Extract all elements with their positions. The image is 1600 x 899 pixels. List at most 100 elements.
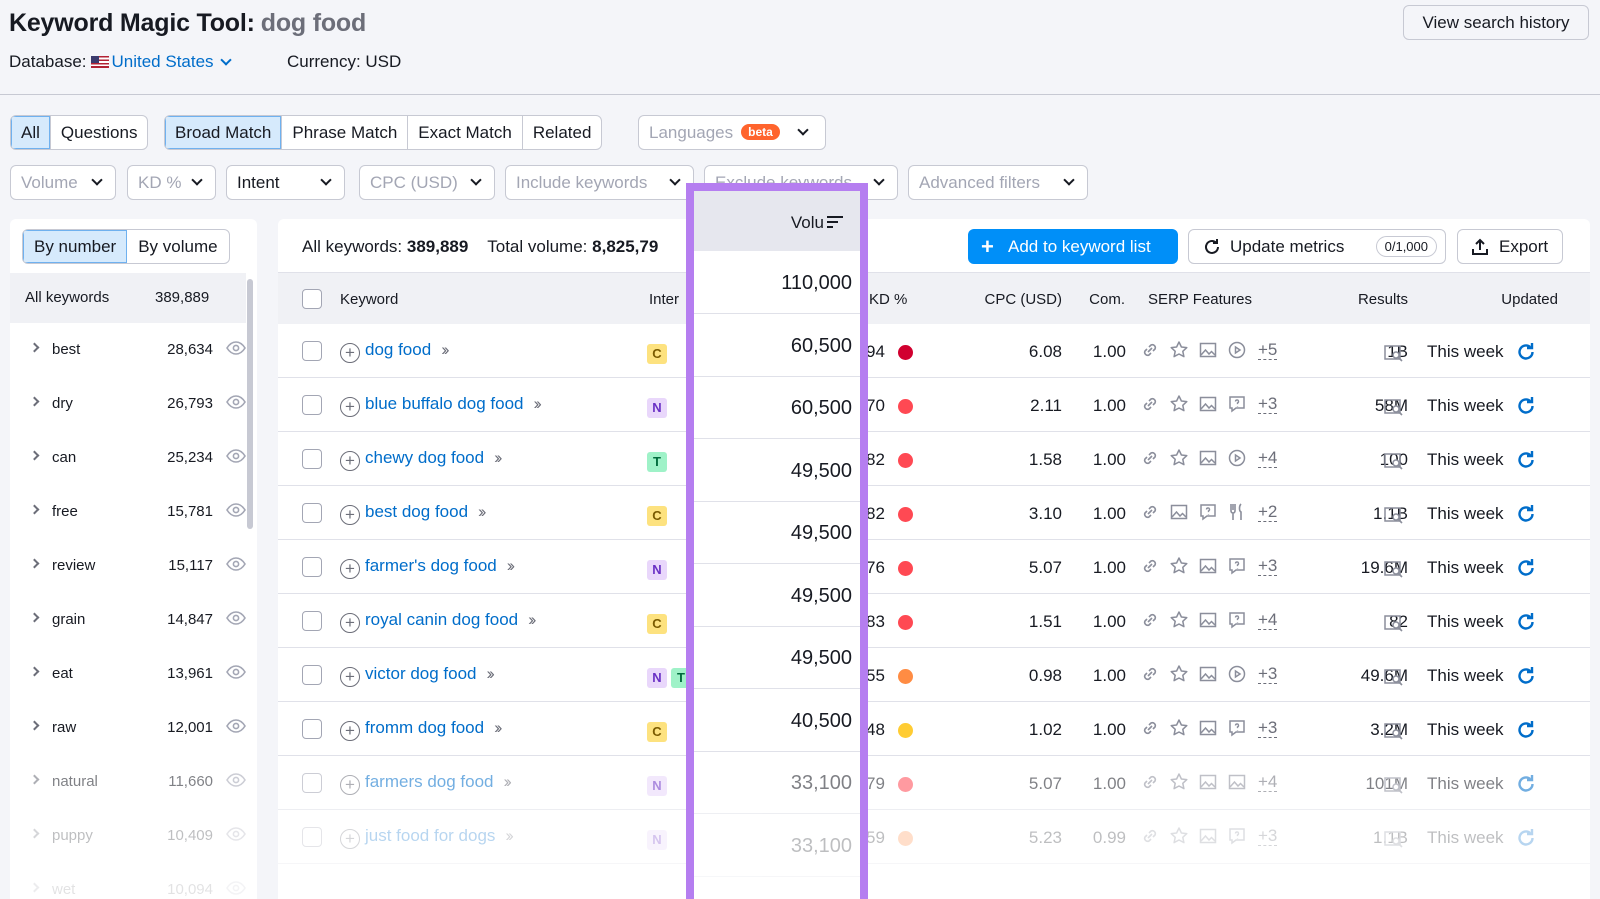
chevron-right-icon[interactable] bbox=[29, 396, 40, 407]
keyword-text[interactable]: dog food bbox=[365, 340, 431, 359]
export-button[interactable]: Export bbox=[1457, 229, 1563, 264]
keyword-link[interactable]: + farmers dog food ›› bbox=[340, 772, 513, 795]
add-keyword-icon[interactable]: + bbox=[340, 829, 360, 849]
update-row-button[interactable] bbox=[1515, 827, 1537, 854]
by-volume-button[interactable]: By volume bbox=[127, 230, 228, 263]
add-keyword-icon[interactable]: + bbox=[340, 451, 360, 471]
keyword-text[interactable]: just food for dogs bbox=[365, 826, 495, 845]
keyword-overview-icon[interactable]: ›› bbox=[494, 718, 503, 737]
update-row-button[interactable] bbox=[1515, 611, 1537, 638]
keyword-group-item[interactable]: free 15,781 bbox=[10, 485, 246, 539]
add-keyword-icon[interactable]: + bbox=[340, 505, 360, 525]
add-keyword-icon[interactable]: + bbox=[340, 397, 360, 417]
keyword-text[interactable]: victor dog food bbox=[365, 664, 477, 683]
serp-more-link[interactable]: +3 bbox=[1258, 826, 1278, 846]
column-keyword[interactable]: Keyword bbox=[340, 291, 398, 308]
keyword-link[interactable]: + royal canin dog food ›› bbox=[340, 610, 537, 633]
serp-more-link[interactable]: +3 bbox=[1258, 394, 1278, 414]
chevron-right-icon[interactable] bbox=[29, 720, 40, 731]
keyword-text[interactable]: royal canin dog food bbox=[365, 610, 518, 629]
add-keyword-icon[interactable]: + bbox=[340, 667, 360, 687]
serp-more-link[interactable]: +5 bbox=[1258, 340, 1278, 360]
serp-snapshot-icon[interactable] bbox=[1384, 668, 1404, 686]
chevron-right-icon[interactable] bbox=[29, 450, 40, 461]
row-checkbox[interactable] bbox=[302, 773, 322, 793]
refresh-icon[interactable] bbox=[1515, 773, 1537, 795]
serp-snapshot-icon[interactable] bbox=[1384, 776, 1404, 794]
refresh-icon[interactable] bbox=[1515, 449, 1537, 471]
serp-snapshot-icon[interactable] bbox=[1384, 398, 1404, 416]
eye-icon[interactable] bbox=[226, 557, 246, 571]
keyword-text[interactable]: fromm dog food bbox=[365, 718, 484, 737]
chevron-right-icon[interactable] bbox=[29, 342, 40, 353]
serp-more-link[interactable]: +4 bbox=[1258, 610, 1278, 630]
eye-icon[interactable] bbox=[226, 341, 246, 355]
serp-snapshot-button[interactable] bbox=[1384, 776, 1404, 799]
column-cpc[interactable]: CPC (USD) bbox=[985, 291, 1063, 308]
refresh-icon[interactable] bbox=[1515, 557, 1537, 579]
refresh-icon[interactable] bbox=[1515, 395, 1537, 417]
eye-icon[interactable] bbox=[226, 773, 246, 787]
volume-filter[interactable]: Volume bbox=[10, 165, 116, 200]
column-results[interactable]: Results bbox=[1358, 291, 1408, 308]
row-checkbox[interactable] bbox=[302, 557, 322, 577]
eye-icon[interactable] bbox=[226, 395, 246, 409]
add-keyword-icon[interactable]: + bbox=[340, 343, 360, 363]
chevron-right-icon[interactable] bbox=[29, 558, 40, 569]
serp-more-link[interactable]: +3 bbox=[1258, 718, 1278, 738]
add-keyword-icon[interactable]: + bbox=[340, 775, 360, 795]
serp-snapshot-button[interactable] bbox=[1384, 506, 1404, 529]
keyword-overview-icon[interactable]: ›› bbox=[441, 340, 450, 359]
serp-snapshot-button[interactable] bbox=[1384, 668, 1404, 691]
keyword-group-item[interactable]: raw 12,001 bbox=[10, 701, 246, 755]
keyword-overview-icon[interactable]: ›› bbox=[478, 502, 487, 521]
chevron-right-icon[interactable] bbox=[29, 882, 40, 893]
row-checkbox[interactable] bbox=[302, 719, 322, 739]
refresh-icon[interactable] bbox=[1515, 827, 1537, 849]
serp-snapshot-button[interactable] bbox=[1384, 344, 1404, 367]
serp-snapshot-icon[interactable] bbox=[1384, 344, 1404, 362]
serp-more-link[interactable]: +3 bbox=[1258, 664, 1278, 684]
keyword-overview-icon[interactable]: ›› bbox=[487, 664, 496, 683]
row-checkbox[interactable] bbox=[302, 611, 322, 631]
tab-questions[interactable]: Questions bbox=[51, 116, 148, 149]
keyword-link[interactable]: + fromm dog food ›› bbox=[340, 718, 503, 741]
eye-icon[interactable] bbox=[226, 611, 246, 625]
row-checkbox[interactable] bbox=[302, 665, 322, 685]
view-search-history-button[interactable]: View search history bbox=[1403, 5, 1589, 40]
keyword-overview-icon[interactable]: ›› bbox=[504, 772, 513, 791]
intent-filter[interactable]: Intent bbox=[226, 165, 345, 200]
update-row-button[interactable] bbox=[1515, 395, 1537, 422]
add-keyword-icon[interactable]: + bbox=[340, 559, 360, 579]
database-value[interactable]: United States bbox=[112, 52, 214, 71]
keyword-text[interactable]: farmer's dog food bbox=[365, 556, 497, 575]
serp-snapshot-icon[interactable] bbox=[1384, 506, 1404, 524]
keyword-link[interactable]: + chewy dog food ›› bbox=[340, 448, 503, 471]
tab-all[interactable]: All bbox=[11, 116, 51, 149]
serp-snapshot-button[interactable] bbox=[1384, 830, 1404, 853]
update-row-button[interactable] bbox=[1515, 557, 1537, 584]
chevron-right-icon[interactable] bbox=[29, 666, 40, 677]
add-keyword-icon[interactable]: + bbox=[340, 721, 360, 741]
serp-snapshot-icon[interactable] bbox=[1384, 830, 1404, 848]
column-volume[interactable]: Volu bbox=[694, 191, 860, 251]
keyword-text[interactable]: farmers dog food bbox=[365, 772, 494, 791]
serp-more-link[interactable]: +3 bbox=[1258, 556, 1278, 576]
eye-icon[interactable] bbox=[226, 827, 246, 841]
advanced-filters-dropdown[interactable]: Advanced filters bbox=[908, 165, 1088, 200]
column-updated[interactable]: Updated bbox=[1501, 291, 1558, 308]
row-checkbox[interactable] bbox=[302, 341, 322, 361]
serp-snapshot-button[interactable] bbox=[1384, 614, 1404, 637]
keyword-link[interactable]: + blue buffalo dog food ›› bbox=[340, 394, 542, 417]
keyword-overview-icon[interactable]: ›› bbox=[505, 826, 514, 845]
chevron-down-icon[interactable] bbox=[219, 54, 232, 66]
column-kd[interactable]: KD % bbox=[869, 291, 907, 308]
keyword-link[interactable]: + just food for dogs ›› bbox=[340, 826, 514, 849]
serp-snapshot-button[interactable] bbox=[1384, 722, 1404, 745]
keyword-text[interactable]: blue buffalo dog food bbox=[365, 394, 524, 413]
all-keywords-group[interactable]: All keywords 389,889 bbox=[10, 273, 246, 323]
serp-more-link[interactable]: +4 bbox=[1258, 448, 1278, 468]
keyword-group-item[interactable]: best 28,634 bbox=[10, 323, 246, 377]
refresh-icon[interactable] bbox=[1515, 503, 1537, 525]
chevron-right-icon[interactable] bbox=[29, 774, 40, 785]
